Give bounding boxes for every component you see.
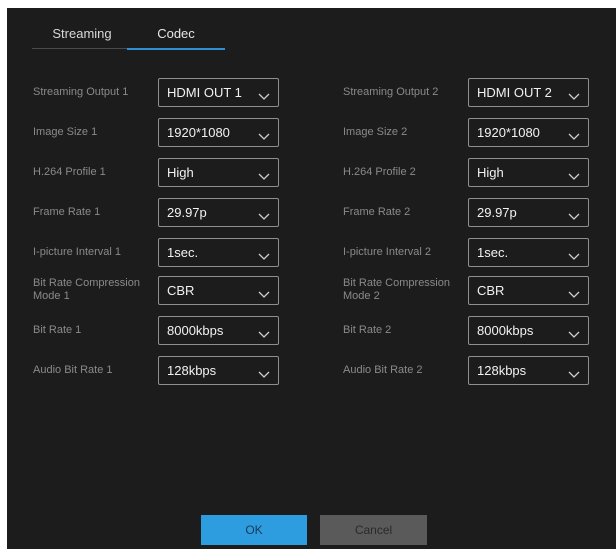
h264-profile-2-select[interactable]: High <box>468 158 589 187</box>
chevron-down-icon <box>568 366 580 378</box>
bit-rate-2-label: Bit Rate 2 <box>343 324 392 336</box>
bit-rate-1-label: Bit Rate 1 <box>33 324 82 336</box>
frame-rate-1-select[interactable]: 29.97p <box>158 198 279 227</box>
chevron-down-icon <box>568 286 580 298</box>
image-size-2-value: 1920*1080 <box>477 125 540 140</box>
i-picture-interval-2-label: I-picture Interval 2 <box>343 246 432 258</box>
chevron-down-icon <box>258 88 270 100</box>
image-size-1-value: 1920*1080 <box>167 125 230 140</box>
h264-profile-2-value: High <box>477 165 504 180</box>
chevron-down-icon <box>568 326 580 338</box>
frame-rate-2-label: Frame Rate 2 <box>343 206 411 218</box>
ok-button[interactable]: OK <box>201 515 307 545</box>
i-picture-interval-2-value: 1sec. <box>477 245 509 260</box>
audio-bit-rate-2-value: 128kbps <box>477 363 527 378</box>
bit-rate-compression-mode-2-label: Bit Rate Compression Mode 2 <box>343 277 450 302</box>
chevron-down-icon <box>568 88 580 100</box>
h264-profile-2-label: H.264 Profile 2 <box>343 166 416 178</box>
bit-rate-compression-mode-1-label: Bit Rate Compression Mode 1 <box>33 277 140 302</box>
bit-rate-compression-mode-2-select[interactable]: CBR <box>468 276 589 305</box>
bit-rate-compression-mode-2-value: CBR <box>477 283 505 298</box>
i-picture-interval-1-select[interactable]: 1sec. <box>158 238 279 267</box>
streaming-output-2-label: Streaming Output 2 <box>343 86 439 98</box>
chevron-down-icon <box>258 128 270 140</box>
chevron-down-icon <box>568 208 580 220</box>
chevron-down-icon <box>568 128 580 140</box>
chevron-down-icon <box>258 168 270 180</box>
bit-rate-1-value: 8000kbps <box>167 323 224 338</box>
chevron-down-icon <box>568 248 580 260</box>
chevron-down-icon <box>258 286 270 298</box>
bit-rate-2-select[interactable]: 8000kbps <box>468 316 589 345</box>
audio-bit-rate-1-select[interactable]: 128kbps <box>158 356 279 385</box>
bit-rate-1-select[interactable]: 8000kbps <box>158 316 279 345</box>
image-size-2-select[interactable]: 1920*1080 <box>468 118 589 147</box>
audio-bit-rate-2-label: Audio Bit Rate 2 <box>343 364 423 376</box>
chevron-down-icon <box>258 326 270 338</box>
h264-profile-1-value: High <box>167 165 194 180</box>
frame-rate-2-value: 29.97p <box>477 205 517 220</box>
frame-rate-1-label: Frame Rate 1 <box>33 206 101 218</box>
chevron-down-icon <box>258 248 270 260</box>
tab-streaming[interactable]: Streaming <box>32 24 132 49</box>
streaming-output-1-select[interactable]: HDMI OUT 1 <box>158 78 279 107</box>
chevron-down-icon <box>258 366 270 378</box>
h264-profile-1-label: H.264 Profile 1 <box>33 166 106 178</box>
i-picture-interval-1-value: 1sec. <box>167 245 199 260</box>
streaming-output-2-select[interactable]: HDMI OUT 2 <box>468 78 589 107</box>
codec-settings-dialog: Streaming Codec Streaming Output 1 HDMI O… <box>7 8 616 549</box>
streaming-output-2-value: HDMI OUT 2 <box>477 85 552 100</box>
chevron-down-icon <box>258 208 270 220</box>
image-size-2-label: Image Size 2 <box>343 126 408 138</box>
streaming-output-1-value: HDMI OUT 1 <box>167 85 242 100</box>
audio-bit-rate-1-value: 128kbps <box>167 363 217 378</box>
image-size-1-label: Image Size 1 <box>33 126 98 138</box>
cancel-button[interactable]: Cancel <box>320 515 427 545</box>
frame-rate-2-select[interactable]: 29.97p <box>468 198 589 227</box>
image-size-1-select[interactable]: 1920*1080 <box>158 118 279 147</box>
bit-rate-compression-mode-1-value: CBR <box>167 283 195 298</box>
bit-rate-compression-mode-1-select[interactable]: CBR <box>158 276 279 305</box>
audio-bit-rate-2-select[interactable]: 128kbps <box>468 356 589 385</box>
chevron-down-icon <box>568 168 580 180</box>
h264-profile-1-select[interactable]: High <box>158 158 279 187</box>
frame-rate-1-value: 29.97p <box>167 205 207 220</box>
streaming-output-1-label: Streaming Output 1 <box>33 86 129 98</box>
audio-bit-rate-1-label: Audio Bit Rate 1 <box>33 364 113 376</box>
tab-codec[interactable]: Codec <box>127 24 225 50</box>
bit-rate-2-value: 8000kbps <box>477 323 534 338</box>
i-picture-interval-2-select[interactable]: 1sec. <box>468 238 589 267</box>
i-picture-interval-1-label: I-picture Interval 1 <box>33 246 122 258</box>
